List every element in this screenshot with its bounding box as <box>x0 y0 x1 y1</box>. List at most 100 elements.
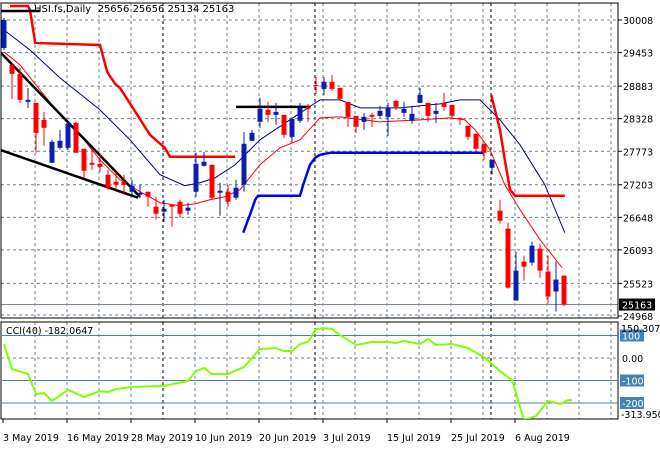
candle-body <box>401 108 407 113</box>
candle-body <box>537 248 543 271</box>
candle-body <box>353 115 359 127</box>
candle-body <box>473 133 479 149</box>
candle <box>217 182 223 216</box>
candle-body <box>513 270 519 301</box>
candle <box>345 101 351 127</box>
cci-level-label: -200 <box>622 399 644 410</box>
candle-body <box>521 261 527 267</box>
price-axis-label: 24968 <box>623 312 653 323</box>
candle-body <box>337 87 343 99</box>
candle <box>537 243 543 278</box>
candle <box>145 191 151 207</box>
candle-body <box>49 141 55 163</box>
price-axis-label: 27203 <box>623 181 653 192</box>
candle <box>489 159 495 175</box>
cci-scale-max-label: 150.3071 <box>621 324 660 335</box>
cci-zero-label: 0.00 <box>622 354 643 365</box>
date-axis-label: 3 Jul 2019 <box>323 433 371 444</box>
price-axis-label: 28883 <box>623 82 653 93</box>
date-axis-label: 15 Jul 2019 <box>387 433 441 444</box>
candle <box>193 152 199 197</box>
price-axis-label: 25523 <box>623 279 653 290</box>
candle <box>81 148 87 178</box>
candle-body <box>449 104 455 116</box>
candle-body <box>241 143 247 185</box>
candle <box>521 255 527 281</box>
candle <box>1 18 7 50</box>
candle-body <box>249 132 255 141</box>
candle <box>513 251 519 301</box>
main-plot <box>1 4 567 312</box>
candle <box>65 121 71 150</box>
price-axis-label: 27773 <box>623 147 653 158</box>
candle-body <box>417 94 423 103</box>
candle <box>9 64 15 99</box>
candle-body <box>441 102 447 107</box>
main-frame <box>0 2 619 319</box>
candle <box>417 87 423 103</box>
candle-body <box>57 140 63 148</box>
candle <box>289 118 295 142</box>
candle <box>49 139 55 163</box>
price-axis-label: 28328 <box>623 115 653 126</box>
candle-body <box>273 111 279 115</box>
candle-body <box>185 207 191 211</box>
date-axis-label: 10 Jun 2019 <box>195 433 252 444</box>
candle <box>153 196 159 220</box>
price-axis-label: 26648 <box>623 213 653 224</box>
candle-body <box>505 228 511 288</box>
candle-body <box>233 187 239 198</box>
candle-body <box>9 64 15 74</box>
candle-body <box>81 148 87 171</box>
candle <box>529 241 535 266</box>
chart-canvas[interactable]: 30008 29453 28883 28328 27773 27203 26648 26093… <box>0 0 660 450</box>
candle-body <box>129 185 135 192</box>
date-axis-label: 28 May 2019 <box>131 433 193 444</box>
candle <box>257 97 263 128</box>
candle-body <box>25 99 31 102</box>
candle-body <box>529 245 535 263</box>
candle-body <box>409 113 415 121</box>
candle <box>33 102 39 153</box>
candle-body <box>481 143 487 153</box>
candle-body <box>433 110 439 114</box>
price-axis-label: 29453 <box>623 49 653 60</box>
candle <box>169 204 175 227</box>
candle-body <box>225 191 231 202</box>
candle <box>361 112 367 130</box>
candle-body <box>281 114 287 135</box>
candle-body <box>321 81 327 89</box>
candle-body <box>33 102 39 133</box>
resistance-step-red-2-line <box>489 94 565 197</box>
candle <box>561 275 567 307</box>
candle <box>201 151 207 167</box>
candle <box>473 133 479 151</box>
candle-body <box>137 192 143 195</box>
candle-body <box>113 181 119 185</box>
candle-body <box>153 206 159 214</box>
candle-body <box>497 210 503 221</box>
candle <box>241 131 247 192</box>
candle <box>73 121 79 153</box>
candle-body <box>73 122 79 153</box>
date-axis-label: 25 Jul 2019 <box>451 433 505 444</box>
support-step-blue-line <box>242 151 484 234</box>
date-axis-label: 20 Jun 2019 <box>259 433 316 444</box>
candle-body <box>145 191 151 197</box>
candle <box>209 164 215 200</box>
date-axis-label: 16 May 2019 <box>67 433 129 444</box>
candle <box>505 222 511 289</box>
candle-body <box>217 190 223 193</box>
candle <box>545 255 551 304</box>
cci-indicator-label: CCI(40) -182.0647 <box>6 326 93 337</box>
date-axis-label: 3 May 2019 <box>3 433 59 444</box>
candle <box>57 129 63 150</box>
candle <box>481 143 487 160</box>
candle <box>177 199 183 218</box>
candle-body <box>121 181 127 185</box>
candle <box>313 76 319 94</box>
candle <box>353 115 359 133</box>
price-axis-label: 26093 <box>623 246 653 257</box>
chart-window[interactable]: 30008 29453 28883 28328 27773 27203 26648 26093… <box>0 0 660 450</box>
candle <box>337 87 343 101</box>
